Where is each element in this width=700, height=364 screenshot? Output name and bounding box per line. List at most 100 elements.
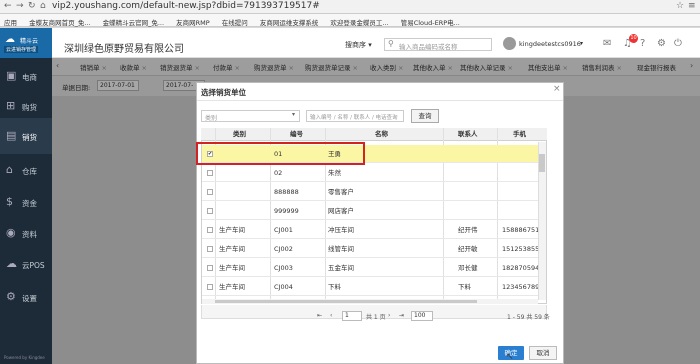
sidebar-item-sales[interactable]: ▤ 销货 bbox=[0, 118, 52, 154]
cell-name: 下料 bbox=[328, 283, 341, 291]
sidebar-item-pos[interactable]: ☁ 云POS bbox=[0, 246, 52, 282]
purchase-icon: ⊞ bbox=[6, 99, 16, 112]
sales-icon: ▤ bbox=[6, 129, 17, 142]
prev-page-icon[interactable]: ‹ bbox=[330, 312, 332, 319]
table-header bbox=[201, 128, 547, 141]
back-icon[interactable]: ← bbox=[4, 1, 12, 11]
user-name[interactable]: kingdeetestcs0916 bbox=[519, 40, 581, 48]
bookmark-apps[interactable]: 应用 bbox=[4, 17, 17, 27]
row-checkbox[interactable] bbox=[207, 170, 213, 176]
row-checkbox[interactable] bbox=[207, 208, 213, 214]
cell-code: 999999 bbox=[274, 207, 299, 215]
dialog-title: 选择销货单位 bbox=[201, 88, 246, 97]
cell-code: 888888 bbox=[274, 188, 299, 196]
row-checkbox[interactable] bbox=[207, 227, 213, 233]
bookmark-item[interactable]: 金蝶友商网首页_免... bbox=[29, 17, 90, 27]
cell-name: 朱然 bbox=[328, 169, 341, 177]
settings-icon[interactable]: ⚙ bbox=[657, 38, 666, 49]
product-search-input[interactable]: 输入商品编码或名称 bbox=[384, 38, 492, 51]
home-icon[interactable]: ⌂ bbox=[40, 1, 46, 11]
cell-contact: 纪开敏 bbox=[458, 245, 478, 253]
selection-highlight-box bbox=[196, 142, 365, 165]
bookmark-item[interactable]: 管易Cloud-ERP电... bbox=[401, 17, 460, 27]
next-page-icon[interactable]: › bbox=[388, 312, 390, 319]
url-text[interactable]: vip2.youshang.com/default-new.jsp?dbid=7… bbox=[52, 1, 320, 11]
mouse-cursor-icon: ↖ bbox=[506, 352, 514, 362]
row-checkbox[interactable] bbox=[207, 189, 213, 195]
pos-icon: ☁ bbox=[6, 257, 17, 270]
keyword-search-input[interactable]: 输入编号 / 名称 / 联系人 / 电话查询 bbox=[306, 110, 404, 122]
sidebar: ▣ 电商 ⊞ 购货 ▤ 销货 ⌂ 仓库 $ 资金 ◉ 资料 ☁ 云POS ⚙ 设置 bbox=[0, 58, 52, 364]
column-header-contact[interactable]: 联系人 bbox=[458, 128, 478, 141]
cell-phone: 15888675195 bbox=[502, 226, 538, 234]
chevron-down-icon[interactable]: ▾ bbox=[292, 111, 295, 118]
reload-icon[interactable]: ↻ bbox=[28, 1, 36, 11]
column-header-name[interactable]: 名称 bbox=[375, 128, 388, 141]
cloud-icon: ☁ bbox=[5, 34, 15, 45]
cell-name: 五金车间 bbox=[328, 264, 354, 272]
cell-phone: 12345678901 bbox=[502, 283, 538, 291]
search-scope-dropdown[interactable]: 搜商序 ▾ bbox=[345, 40, 372, 50]
bookmarks-bar: 应用 金蝶友商网首页_免... 金蝶精斗云官网_免... 友商网RMP 在线提问… bbox=[0, 14, 700, 27]
bookmark-item[interactable]: 在线提问 bbox=[222, 17, 248, 27]
close-icon[interactable]: × bbox=[553, 84, 561, 94]
first-page-icon[interactable]: ⇤ bbox=[317, 312, 322, 319]
bookmark-item[interactable]: 欢迎登录金蝶员工... bbox=[330, 17, 388, 27]
company-name: 深圳绿色原野贸易有限公司 bbox=[64, 44, 184, 55]
dialog-divider bbox=[197, 100, 563, 101]
last-page-icon[interactable]: ⇥ bbox=[399, 312, 404, 319]
category-select[interactable]: 类别 bbox=[201, 110, 300, 122]
column-header-phone[interactable]: 手机 bbox=[513, 128, 526, 141]
bookmark-item[interactable]: 金蝶精斗云官网_免... bbox=[103, 17, 164, 27]
menu-icon[interactable]: ≡ bbox=[688, 1, 696, 11]
row-checkbox[interactable] bbox=[207, 246, 213, 252]
cart-icon: ▣ bbox=[6, 69, 17, 82]
user-dropdown-icon[interactable]: ▾ bbox=[580, 40, 583, 47]
warehouse-icon: ⌂ bbox=[6, 163, 13, 176]
cell-name: 线管车间 bbox=[328, 245, 354, 253]
forward-icon[interactable]: → bbox=[16, 1, 24, 11]
row-checkbox[interactable] bbox=[207, 284, 213, 290]
sidebar-item-settings[interactable]: ⚙ 设置 bbox=[0, 279, 52, 315]
cancel-button[interactable]: 取消 bbox=[529, 346, 557, 360]
help-icon[interactable]: ? bbox=[640, 38, 645, 49]
data-icon: ◉ bbox=[6, 226, 16, 239]
bookmark-item[interactable]: 友商网运维支撑系统 bbox=[260, 17, 319, 27]
money-icon: $ bbox=[6, 195, 13, 208]
cell-name: 零售客户 bbox=[328, 188, 354, 196]
page-size-select[interactable]: 100 bbox=[411, 311, 433, 321]
cell-phone: 15125385527 bbox=[502, 245, 538, 253]
row-checkbox[interactable] bbox=[207, 265, 213, 271]
sidebar-item-warehouse[interactable]: ⌂ 仓库 bbox=[0, 152, 52, 188]
scrollbar-thumb[interactable] bbox=[215, 300, 477, 303]
scrollbar-thumb[interactable] bbox=[539, 154, 545, 172]
page-number-input[interactable]: 1 bbox=[342, 311, 362, 321]
query-button[interactable]: 查询 bbox=[411, 109, 439, 123]
cell-category: 生产车间 bbox=[219, 283, 245, 291]
cell-contact: 下料 bbox=[458, 283, 471, 291]
cell-name: 冲压车间 bbox=[328, 226, 354, 234]
cell-contact: 纪开伟 bbox=[458, 226, 478, 234]
avatar[interactable] bbox=[503, 37, 516, 50]
cell-phone: 18287059453 bbox=[502, 264, 538, 272]
star-icon[interactable]: ☆ bbox=[676, 1, 684, 11]
cell-code: 02 bbox=[274, 169, 283, 177]
column-header-category[interactable]: 类别 bbox=[233, 128, 246, 141]
record-range-text: 1 - 59 共 59 条 bbox=[507, 314, 550, 321]
cell-category: 生产车间 bbox=[219, 226, 245, 234]
app-logo[interactable]: ☁ 精斗云 云进销存管理 bbox=[0, 28, 52, 58]
total-pages-text: 共 1 页 bbox=[366, 314, 386, 321]
cell-code: CJ001 bbox=[274, 226, 293, 234]
mail-icon[interactable]: ✉ bbox=[603, 38, 611, 49]
cell-code: CJ002 bbox=[274, 245, 293, 253]
browser-address-bar: ← → ↻ ⌂ vip2.youshang.com/default-new.js… bbox=[0, 0, 700, 14]
power-icon[interactable]: ⏻ bbox=[674, 38, 682, 49]
cell-code: CJ004 bbox=[274, 283, 293, 291]
sidebar-footer: Powered by Kingdee bbox=[4, 355, 45, 360]
cell-contact: 邓长健 bbox=[458, 264, 478, 272]
cell-category: 生产车间 bbox=[219, 245, 245, 253]
column-header-code[interactable]: 编号 bbox=[290, 128, 303, 141]
logo-text: 精斗云 bbox=[20, 38, 39, 45]
cell-category: 生产车间 bbox=[219, 264, 245, 272]
bookmark-item[interactable]: 友商网RMP bbox=[176, 17, 210, 27]
